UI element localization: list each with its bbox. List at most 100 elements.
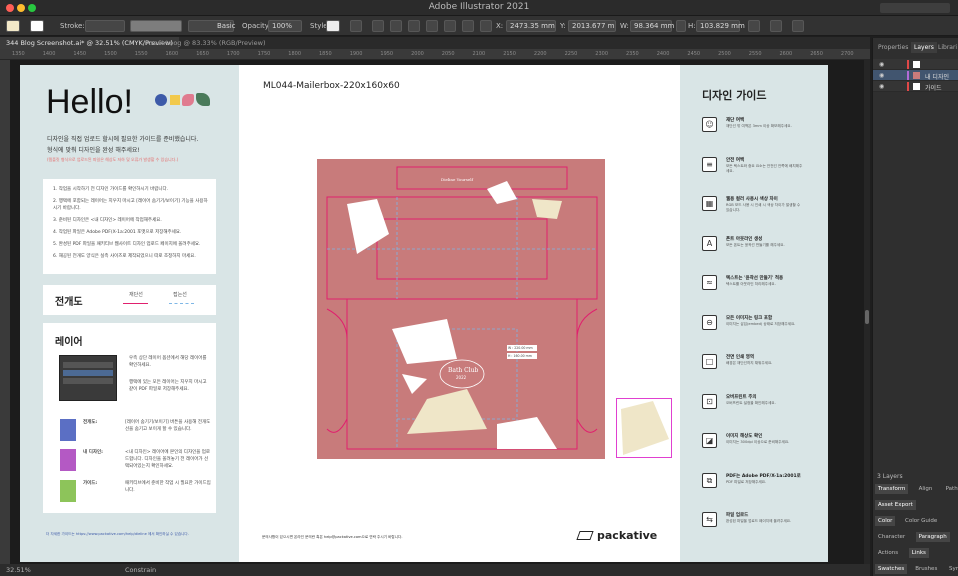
legend-desc-guide: 패키티브에서 준비한 작업 시 필요한 가이드입니다. xyxy=(125,481,211,493)
legend-desc-mydesign: <내 디자인> 레이어에 본인의 디자인을 업로드합니다. 디자인을 올려놓기 … xyxy=(125,450,211,469)
opacity-field[interactable]: 100% xyxy=(268,20,302,32)
visibility-eye-icon[interactable]: ◉ xyxy=(879,61,884,68)
variable-width-profile[interactable] xyxy=(130,20,182,32)
y-field[interactable]: 2013.677 m xyxy=(568,20,616,32)
tab-libraries[interactable]: Librari xyxy=(935,42,958,53)
text-box-top-label: Dieline Yourself xyxy=(441,177,473,182)
panel-tab-character[interactable]: Character xyxy=(875,532,908,542)
document-tab-bar: 344 Blog Screenshot.ai* @ 32.51% (CMYK/P… xyxy=(0,37,870,49)
y-label: Y: xyxy=(560,22,566,30)
mailerbox-dieline[interactable] xyxy=(317,159,607,461)
w-value: 98.364 mm xyxy=(634,22,675,30)
ruler-tick-label: 2050 xyxy=(441,51,455,57)
panel-tab-actions[interactable]: Actions xyxy=(875,548,901,558)
tab-properties[interactable]: Properties xyxy=(875,42,911,53)
guide-item-title: 폰트 아웃라인 생성 xyxy=(726,236,763,242)
layers-count: 3 Layers xyxy=(877,473,903,480)
visibility-eye-icon[interactable]: ◉ xyxy=(879,83,884,90)
align-center-icon[interactable] xyxy=(390,20,402,32)
panel-tab-symb[interactable]: Symb xyxy=(946,564,958,574)
ruler-tick-label: 2450 xyxy=(687,51,701,57)
ruler-tick-label: 1350 xyxy=(12,51,25,57)
h-field[interactable]: 103.829 mm xyxy=(696,20,745,32)
style-swatch[interactable] xyxy=(326,20,340,32)
ruler-tick-label: 2150 xyxy=(503,51,516,57)
footer-help-link[interactable]: 더 자세한 가이드는 https://www.packative.com/hel… xyxy=(46,532,189,537)
ruler-tick-label: 1550 xyxy=(134,51,148,57)
layer-row-3[interactable]: ◉ 가이드 xyxy=(873,81,958,92)
fill-swatch[interactable] xyxy=(6,20,20,32)
ruler-tick-label: 2300 xyxy=(595,51,609,57)
reference-point-icon[interactable] xyxy=(480,20,492,32)
guide-icon-10: ⧉ xyxy=(702,472,717,488)
panel-tab-color-guide[interactable]: Color Guide xyxy=(902,516,940,526)
layer-row-1[interactable]: ◉ xyxy=(873,59,958,70)
ruler-tick-label: 2000 xyxy=(411,51,424,57)
packative-logo-text: packative xyxy=(597,529,658,542)
panel-tab-pathfin[interactable]: Pathfin xyxy=(943,484,958,494)
arrange-icon[interactable] xyxy=(770,20,782,32)
visibility-eye-icon[interactable]: ◉ xyxy=(879,72,884,79)
brush-definition[interactable]: Basic xyxy=(188,20,236,32)
w-label: W: xyxy=(620,22,629,30)
layer-name[interactable]: 내 디자인 xyxy=(925,72,949,81)
dieline-legend-box: 전개도 재단선 접는선 xyxy=(43,285,216,315)
zoom-level[interactable]: 32.51% xyxy=(6,566,31,574)
panel-tab-asset-export[interactable]: Asset Export xyxy=(875,500,916,510)
panel-tab-transform[interactable]: Transform xyxy=(875,484,909,494)
panel-tab-color[interactable]: Color xyxy=(875,516,896,526)
stroke-swatch[interactable] xyxy=(30,20,44,32)
align-bottom-icon[interactable] xyxy=(462,20,474,32)
layer-title: 레이어 xyxy=(55,337,83,348)
constrain-link-icon[interactable] xyxy=(676,20,686,32)
status-tool-name: Constrain xyxy=(125,566,157,574)
guide-item-title: 이미지 해상도 확인 xyxy=(726,434,763,439)
panel-tab-paragraph[interactable]: Paragraph xyxy=(915,532,950,542)
x-field[interactable]: 2473.35 mm xyxy=(506,20,556,32)
guide-icon-4: A xyxy=(702,235,717,251)
step-3: 3. 준비된 디자인은 <내 디자인> 레이어에 작업해주세요. xyxy=(53,218,162,223)
artboard-dieline[interactable]: ML044-Mailerbox-220x160x60 Dieline Yours… xyxy=(239,65,680,562)
align-top-icon[interactable] xyxy=(426,20,438,32)
horizontal-ruler[interactable]: 1350 1400 1450 1500 1550 1600 1650 1700 1750 1800… xyxy=(0,49,870,60)
layer-color-bar xyxy=(907,71,909,80)
guide-item-title: 재단 여백 xyxy=(726,118,745,123)
panel-menu-icon[interactable] xyxy=(792,20,804,32)
panel-tab-brushes[interactable]: Brushes xyxy=(912,564,940,574)
guide-item-title: 텍스트는 '윤곽선 만들기' 적용 xyxy=(726,276,784,281)
y-value: 2013.677 m xyxy=(572,22,615,30)
panel-tab-align[interactable]: Align xyxy=(916,484,936,494)
ruler-tick-label: 1450 xyxy=(73,51,87,57)
artboard-guide-left[interactable]: Hello! 디자인을 직접 업로드 할시에 필요한 가이드를 준비했습니다. … xyxy=(20,65,239,562)
stroke-weight-field[interactable] xyxy=(85,20,125,32)
transform-icon[interactable] xyxy=(748,20,760,32)
h-value: 103.829 mm xyxy=(700,22,745,30)
tab-document-asset[interactable]: Asset Loog @ 83.33% (RGB/Preview) xyxy=(140,37,271,49)
align-icon[interactable] xyxy=(372,20,384,32)
w-field[interactable]: 98.364 mm xyxy=(630,20,675,32)
app-title: Adobe Illustrator 2021 xyxy=(428,2,530,12)
guide-item-desc: 모든 텍스트와 중요 요소는 안전선 안쪽에 배치해주세요. xyxy=(726,163,803,173)
vertical-ruler[interactable] xyxy=(0,60,10,568)
align-middle-icon[interactable] xyxy=(444,20,456,32)
layer-desc-2: 행택에 있는 모든 레이어는 지우지 마시고 같이 PDF 파일로 저장해주세요… xyxy=(129,380,207,392)
panel-tabs: Properties Layers Librari xyxy=(873,42,958,53)
selected-object-bounding-box[interactable] xyxy=(616,398,672,458)
ruler-tick-label: 2550 xyxy=(748,51,762,57)
pink-leaf-shape xyxy=(182,94,194,106)
guide-item-title: 안전 여백 xyxy=(726,157,745,163)
ruler-tick-label: 1850 xyxy=(319,51,332,57)
search-field[interactable] xyxy=(880,3,950,13)
panel-tab-links[interactable]: Links xyxy=(908,548,929,558)
green-leaf-shape xyxy=(196,93,210,106)
tab-layers[interactable]: Layers xyxy=(911,42,937,53)
layer-name[interactable]: 가이드 xyxy=(925,83,942,92)
scrollbar-thumb[interactable] xyxy=(865,310,869,324)
panel-tab-swatches[interactable]: Swatches xyxy=(875,564,908,574)
recolor-icon[interactable] xyxy=(350,20,362,32)
align-right-icon[interactable] xyxy=(408,20,420,32)
artboard-design-guide[interactable]: 디자인 가이드 ☺ 재단 여백 재단선 밖 여백은 3mm 이상 확보해주세요. ≡ 안… xyxy=(680,65,828,562)
status-bar: 32.51% Constrain xyxy=(0,564,870,576)
layer-row-2[interactable]: ◉ 내 디자인 xyxy=(873,70,958,81)
step-5: 5. 완성된 PDF 파일을 패키티브 웹사이트 디자인 업로드 페이지에 올려… xyxy=(53,242,201,247)
